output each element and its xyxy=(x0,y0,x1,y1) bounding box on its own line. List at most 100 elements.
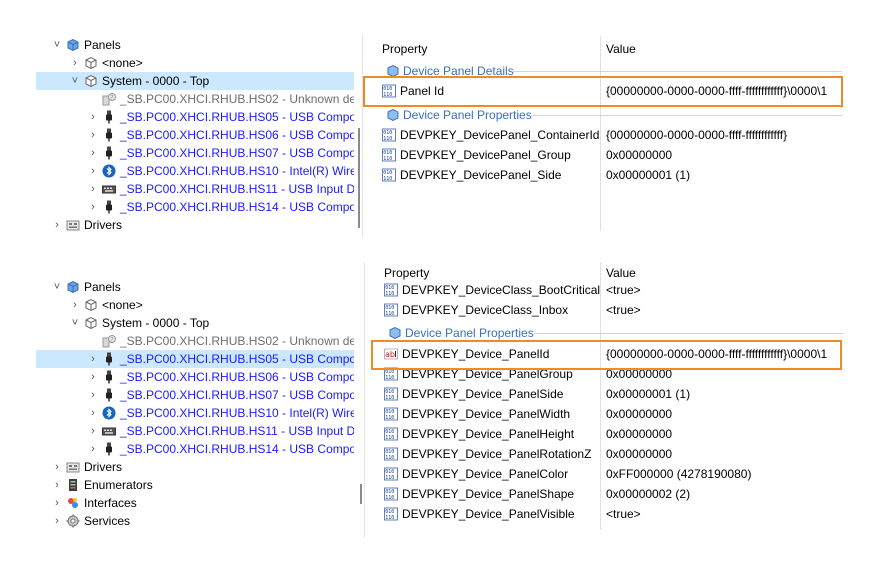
tree-item[interactable]: › _SB.PC00.XHCI.RHUB.HS07 - USB Composi xyxy=(36,386,354,404)
chevron-right-icon[interactable]: › xyxy=(52,476,62,494)
tree-item[interactable]: › _SB.PC00.XHCI.RHUB.HS10 - Intel(R) Wire… xyxy=(36,162,354,180)
chevron-down-icon[interactable]: ˅ xyxy=(52,36,62,54)
tree-item[interactable]: › _SB.PC00.XHCI.RHUB.HS11 - USB Input Dev xyxy=(36,180,354,198)
tree-item[interactable]: › _SB.PC00.XHCI.RHUB.HS06 - USB Composi xyxy=(36,368,354,386)
tree-item[interactable]: ˅ System - 0000 - Top xyxy=(36,72,354,90)
chevron-right-icon[interactable]: › xyxy=(88,180,98,198)
chevron-right-icon[interactable]: › xyxy=(70,54,80,72)
svg-text:110: 110 xyxy=(385,311,394,317)
chevron-right-icon[interactable]: › xyxy=(88,404,98,422)
property-row[interactable]: 010 110 DEVPKEY_Device_PanelRotationZ 0x000… xyxy=(384,444,854,464)
chevron-right-icon[interactable]: › xyxy=(52,458,62,476)
tree-item[interactable]: › <none> xyxy=(36,296,354,314)
group-icon-wrap xyxy=(386,108,400,122)
group-icon xyxy=(389,326,401,340)
property-value: <true> xyxy=(606,507,641,521)
binary-icon: 010110 xyxy=(384,387,398,401)
tree-item-icon xyxy=(102,110,116,124)
tree-item[interactable]: › _SB.PC00.XHCI.RHUB.HS05 - USB Composi xyxy=(36,108,354,126)
bottom-tree-panel: ˅ Panels › <none> ˅ System - 0000 - Top? _SB.P… xyxy=(0,278,355,538)
bottom-splitter[interactable] xyxy=(364,262,365,538)
svg-text:110: 110 xyxy=(385,395,394,401)
binary-icon: 010110 xyxy=(382,148,396,162)
tree-item[interactable]: › _SB.PC00.XHCI.RHUB.HS07 - USB Composi xyxy=(36,144,354,162)
property-row[interactable]: 010 110 DEVPKEY_DevicePanel_Side 0x00000001… xyxy=(382,165,852,185)
property-value: 0x00000000 xyxy=(606,447,673,461)
tree-item-icon xyxy=(84,316,98,330)
chevron-right-icon[interactable]: › xyxy=(52,216,62,234)
tree-item[interactable]: › <none> xyxy=(36,54,354,72)
tree-item-label: _SB.PC00.XHCI.RHUB.HS10 - Intel(R) Wirel… xyxy=(120,406,354,420)
chevron-right-icon[interactable]: › xyxy=(52,494,62,512)
property-row[interactable]: 010 110 DEVPKEY_Device_PanelHeight 0x000000… xyxy=(384,424,854,444)
group-separator xyxy=(534,333,844,334)
tree-item[interactable]: ˅ System - 0000 - Top xyxy=(36,314,354,332)
tree-item[interactable]: ˅ Panels xyxy=(36,36,354,54)
chevron-right-icon[interactable]: › xyxy=(88,108,98,126)
property-name: DEVPKEY_Device_PanelHeight xyxy=(402,427,575,441)
property-row[interactable]: 010 110 DEVPKEY_Device_PanelShape 0x0000000… xyxy=(384,484,854,504)
chevron-right-icon[interactable]: › xyxy=(88,162,98,180)
chevron-right-icon[interactable]: › xyxy=(88,126,98,144)
property-row[interactable]: 010 110 DEVPKEY_Device_PanelVisible <true> xyxy=(384,504,854,524)
tree-item[interactable]: ? _SB.PC00.XHCI.RHUB.HS02 - Unknown dev xyxy=(36,90,354,108)
tree-item-label: _SB.PC00.XHCI.RHUB.HS02 - Unknown dev xyxy=(120,334,354,348)
tree-item[interactable]: › Enumerators xyxy=(36,476,354,494)
tree-item[interactable]: › _SB.PC00.XHCI.RHUB.HS14 - USB Composi xyxy=(36,440,354,458)
tree-item-icon xyxy=(102,182,116,196)
property-row[interactable]: 010 110 DEVPKEY_Device_PanelSide 0x00000001… xyxy=(384,384,854,404)
tree-item-label: _SB.PC00.XHCI.RHUB.HS11 - USB Input Dev xyxy=(120,424,354,438)
tree-item[interactable]: › _SB.PC00.XHCI.RHUB.HS14 - USB Composi xyxy=(36,198,354,216)
tree-item[interactable]: › Drivers xyxy=(36,458,354,476)
chevron-down-icon[interactable]: ˅ xyxy=(70,314,80,332)
property-row[interactable]: 010 110 DEVPKEY_Device_PanelColor 0xFF00000… xyxy=(384,464,854,484)
property-column-header[interactable]: Property xyxy=(382,42,427,56)
chevron-down-icon[interactable]: ˅ xyxy=(70,72,80,90)
property-value: 0x00000001 (1) xyxy=(606,387,691,401)
tree-item[interactable]: › _SB.PC00.XHCI.RHUB.HS11 - USB Input Dev xyxy=(36,422,354,440)
property-icon: 010 110 xyxy=(384,427,398,441)
tree-item[interactable]: ? _SB.PC00.XHCI.RHUB.HS02 - Unknown dev xyxy=(36,332,354,350)
tree-item[interactable]: › Services xyxy=(36,512,354,530)
property-row[interactable]: 010 110 DEVPKEY_DevicePanel_ContainerId {00… xyxy=(382,125,852,145)
chevron-right-icon[interactable]: › xyxy=(88,368,98,386)
tree-item[interactable]: ˅ Panels xyxy=(36,278,354,296)
chevron-right-icon[interactable]: › xyxy=(88,422,98,440)
value-column-header[interactable]: Value xyxy=(606,266,636,280)
binary-icon: 010110 xyxy=(384,303,398,317)
chevron-right-icon[interactable]: › xyxy=(88,198,98,216)
property-row[interactable]: 010 110 DEVPKEY_DeviceClass_BootCritical <t… xyxy=(384,280,854,300)
value-column-header[interactable]: Value xyxy=(606,42,636,56)
tree-item[interactable]: › _SB.PC00.XHCI.RHUB.HS10 - Intel(R) Wire… xyxy=(36,404,354,422)
top-splitter[interactable] xyxy=(362,36,363,236)
tree-item[interactable]: › Drivers xyxy=(36,216,354,234)
tree-item[interactable]: › _SB.PC00.XHCI.RHUB.HS05 - USB Composi xyxy=(36,350,354,368)
svg-text:110: 110 xyxy=(385,475,394,481)
chevron-right-icon[interactable]: › xyxy=(88,350,98,368)
tree-item-label: _SB.PC00.XHCI.RHUB.HS07 - USB Composi xyxy=(120,146,354,160)
chevron-right-icon[interactable]: › xyxy=(88,386,98,404)
tree-item-icon xyxy=(102,442,116,456)
keyboard-icon xyxy=(102,185,116,194)
property-name: DEVPKEY_Device_PanelColor xyxy=(402,467,569,481)
property-column-header[interactable]: Property xyxy=(384,266,429,280)
property-row[interactable]: 010 110 DEVPKEY_DevicePanel_Group 0x0000000… xyxy=(382,145,852,165)
tree-item[interactable]: › Interfaces xyxy=(36,494,354,512)
chevron-right-icon[interactable]: › xyxy=(88,440,98,458)
property-row[interactable]: 010 110 DEVPKEY_Device_PanelWidth 0x0000000… xyxy=(384,404,854,424)
chevron-right-icon[interactable]: › xyxy=(52,512,62,530)
chevron-down-icon[interactable]: ˅ xyxy=(52,278,62,296)
chevron-right-icon[interactable]: › xyxy=(70,296,80,314)
top-tree-scrollbar[interactable] xyxy=(358,128,360,228)
property-name: DEVPKEY_Device_PanelSide xyxy=(402,387,564,401)
property-name: DEVPKEY_DevicePanel_Group xyxy=(400,148,571,162)
property-icon: 010 110 xyxy=(384,507,398,521)
bottom-tree-scrollbar[interactable] xyxy=(360,484,362,504)
tree-item-label: _SB.PC00.XHCI.RHUB.HS11 - USB Input Dev xyxy=(120,182,354,196)
property-row[interactable]: 010 110 DEVPKEY_DeviceClass_Inbox <true> xyxy=(384,300,854,320)
tree-item[interactable]: › _SB.PC00.XHCI.RHUB.HS06 - USB Composi xyxy=(36,126,354,144)
property-icon: 010 110 xyxy=(384,283,398,297)
chevron-right-icon[interactable]: › xyxy=(88,144,98,162)
tree-item-icon xyxy=(102,146,116,160)
top-tree-panel: ˅ Panels › <none> ˅ System - 0000 - Top? _SB.P… xyxy=(0,36,355,236)
